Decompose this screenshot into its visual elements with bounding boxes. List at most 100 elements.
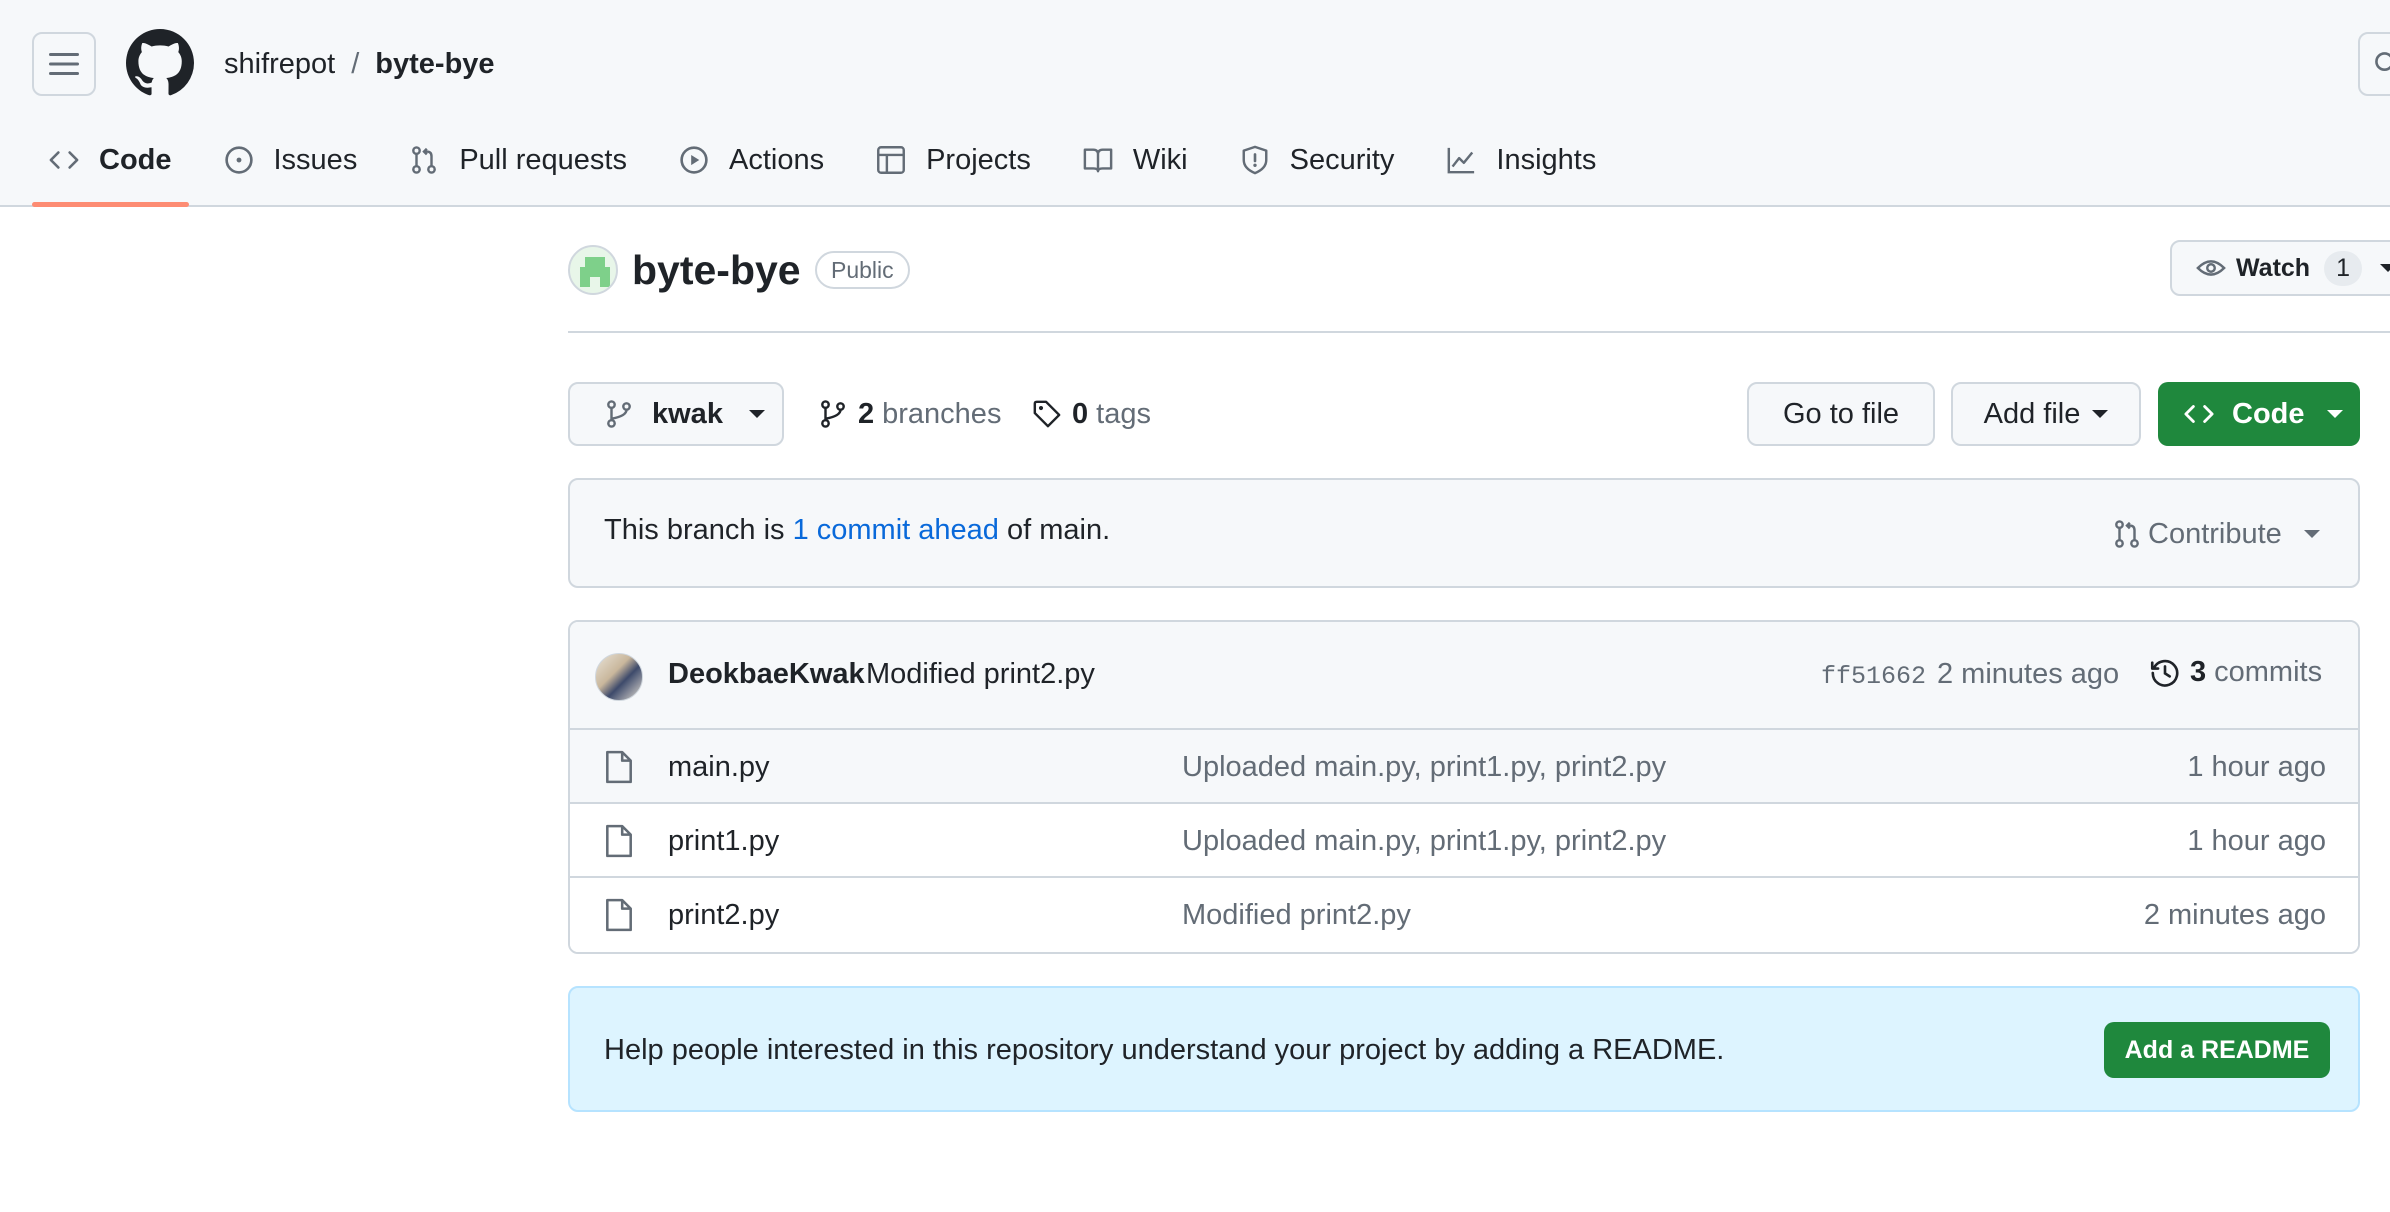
book-icon [1083, 148, 1113, 173]
chevron-down-icon [2303, 530, 2320, 538]
commit-history-link[interactable]: 3 commits [2150, 656, 2322, 689]
contribute-button[interactable]: Contribute [2112, 512, 2320, 556]
watch-button[interactable]: Watch 1 [2170, 240, 2390, 296]
chevron-down-icon [2092, 410, 2109, 418]
file-age: 2 minutes ago [2143, 899, 2326, 931]
search-button[interactable] [2358, 32, 2390, 96]
tab-wiki-label: Wiki [1132, 143, 1188, 176]
branch-status-text: This branch is 1 commit ahead of main. [604, 514, 1110, 547]
file-icon [606, 750, 632, 784]
tab-insights-label: Insights [1496, 143, 1597, 176]
repo-owner-avatar[interactable] [568, 245, 618, 295]
file-commit-message-link[interactable]: Modified print2.py [1182, 899, 1411, 932]
identicon-icon [580, 257, 610, 287]
code-dropdown-button[interactable]: Code [2158, 382, 2360, 446]
issue-icon [224, 146, 253, 174]
add-file-label: Add file [1983, 397, 2081, 430]
file-icon [606, 898, 632, 932]
graph-icon [1447, 147, 1475, 174]
readme-banner-text: Help people interested in this repositor… [604, 1034, 1725, 1066]
add-readme-button[interactable]: Add a README [2104, 1022, 2330, 1078]
tab-code[interactable]: Code [32, 132, 189, 207]
branch-name: kwak [652, 397, 723, 430]
branch-icon [607, 400, 631, 428]
file-row[interactable]: print1.py Uploaded main.py, print1.py, p… [570, 804, 2358, 878]
go-to-file-button[interactable]: Go to file [1747, 382, 1935, 446]
code-button-label: Code [2232, 397, 2305, 430]
commits-ahead-link[interactable]: 1 commit ahead [793, 514, 999, 546]
branch-status-box: This branch is 1 commit ahead of main. C… [568, 478, 2360, 588]
tab-issues-label: Issues [273, 143, 358, 176]
chevron-down-icon [2379, 264, 2390, 272]
tab-actions-label: Actions [728, 143, 825, 176]
commits-count: 3 [2190, 656, 2207, 688]
chevron-down-icon [748, 410, 765, 418]
visibility-badge: Public [815, 251, 910, 289]
breadcrumb-separator: / [351, 47, 360, 80]
github-logo-icon[interactable] [126, 29, 194, 97]
file-age: 1 hour ago [2187, 825, 2326, 857]
file-browser: DeokbaeKwak Modified print2.py ff51662 2… [568, 620, 2360, 954]
add-file-button[interactable]: Add file [1951, 382, 2141, 446]
commit-sha-link[interactable]: ff51662 [1821, 662, 1926, 691]
tab-pull-requests[interactable]: Pull requests [392, 132, 644, 188]
breadcrumb: shifrepot / byte-bye [224, 42, 495, 86]
file-age: 1 hour ago [2187, 751, 2326, 783]
branch-select-button[interactable]: kwak [568, 382, 784, 446]
tags-count: 0 [1072, 397, 1089, 430]
file-row[interactable]: main.py Uploaded main.py, print1.py, pri… [570, 730, 2358, 804]
tab-insights[interactable]: Insights [1429, 132, 1613, 188]
branches-count: 2 [858, 397, 875, 430]
commit-message-link[interactable]: Modified print2.py [866, 658, 1095, 691]
avatar[interactable] [595, 653, 643, 701]
tag-icon [1033, 400, 1061, 428]
header-divider [568, 331, 2390, 333]
contribute-label: Contribute [2148, 517, 2282, 550]
branch-status-suffix: of main. [1006, 514, 1111, 546]
pull-request-icon [2115, 520, 2139, 548]
tab-security[interactable]: Security [1223, 132, 1412, 188]
code-icon [49, 151, 79, 169]
search-icon [2375, 52, 2390, 71]
tab-issues[interactable]: Issues [207, 132, 375, 188]
tab-code-label: Code [99, 143, 172, 176]
watch-count: 1 [2324, 250, 2362, 286]
history-icon [2150, 659, 2179, 687]
code-icon [2184, 405, 2214, 423]
repo-title[interactable]: byte-bye [632, 244, 801, 296]
app-header: shifrepot / byte-bye Code Issues Pull re… [0, 0, 2390, 207]
commit-author-link[interactable]: DeokbaeKwak [668, 658, 865, 691]
tab-actions[interactable]: Actions [662, 132, 841, 188]
file-name-link[interactable]: print1.py [668, 825, 779, 858]
breadcrumb-repo-link[interactable]: byte-bye [375, 48, 494, 81]
commit-time: 2 minutes ago [1937, 658, 2120, 690]
watch-label: Watch [2236, 253, 2311, 282]
branches-link[interactable]: 2 branches [818, 392, 1001, 436]
tags-link[interactable]: 0 tags [1032, 392, 1151, 436]
hamburger-icon [49, 53, 79, 75]
chevron-down-icon [2326, 410, 2343, 418]
tab-pull-requests-label: Pull requests [459, 143, 627, 176]
eye-icon [2196, 260, 2226, 276]
tab-projects[interactable]: Projects [859, 132, 1048, 188]
file-name-link[interactable]: print2.py [668, 899, 779, 932]
file-name-link[interactable]: main.py [668, 751, 770, 784]
breadcrumb-owner-link[interactable]: shifrepot [224, 48, 335, 81]
menu-button[interactable] [32, 32, 96, 96]
file-icon [606, 824, 632, 858]
tab-security-label: Security [1289, 143, 1395, 176]
pull-request-icon [412, 146, 437, 174]
branch-status-prefix: This branch is [604, 514, 785, 546]
play-icon [680, 146, 708, 174]
latest-commit-row: DeokbaeKwak Modified print2.py ff51662 2… [570, 622, 2358, 730]
file-commit-message-link[interactable]: Uploaded main.py, print1.py, print2.py [1182, 751, 1666, 784]
file-row[interactable]: print2.py Modified print2.py 2 minutes a… [570, 878, 2358, 952]
repo-nav-tabs: Code Issues Pull requests Actions Projec… [32, 132, 1631, 207]
tags-label: tags [1096, 397, 1151, 430]
tab-wiki[interactable]: Wiki [1066, 132, 1205, 188]
file-commit-message-link[interactable]: Uploaded main.py, print1.py, print2.py [1182, 825, 1666, 858]
table-icon [877, 146, 906, 174]
branches-label: branches [882, 397, 1002, 430]
commits-label: commits [2214, 656, 2323, 688]
branch-icon [821, 400, 845, 428]
